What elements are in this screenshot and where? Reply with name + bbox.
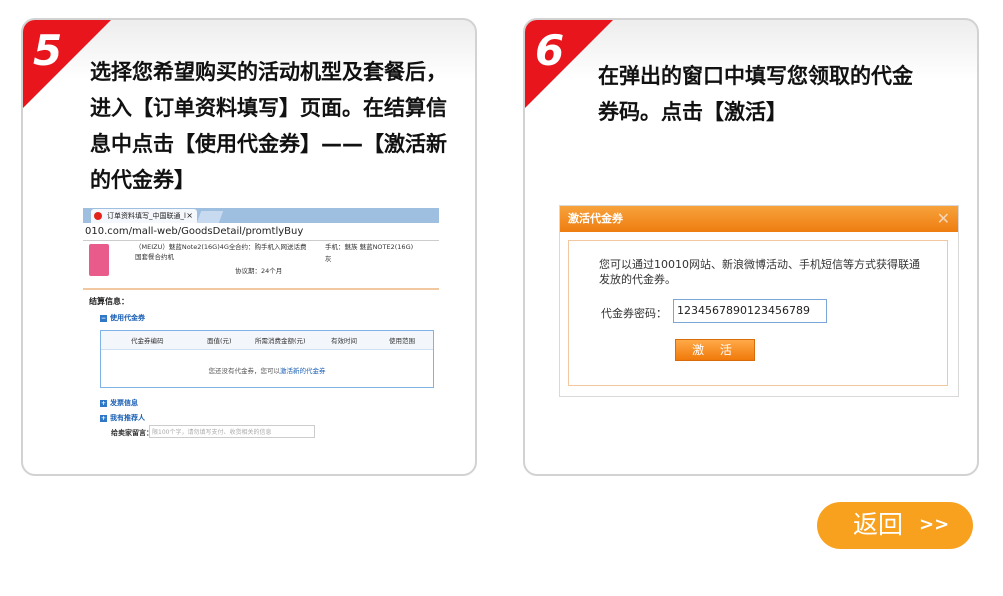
tab-close-icon[interactable]: × <box>186 209 193 223</box>
order-page-screenshot: 订单资料填写_中国联通_l × 010.com/mall-web/GoodsDe… <box>83 208 439 446</box>
browser-tab-bar: 订单资料填写_中国联通_l × <box>83 208 439 223</box>
phone-spec: 手机：魅族 魅蓝NOTE2(16G) <box>325 243 414 251</box>
invoice-toggle[interactable]: + 发票信息 <box>100 398 138 408</box>
step-6-instruction: 在弹出的窗口中填写您领取的代金券码。点击【激活】 <box>598 64 913 124</box>
activate-new-voucher-link[interactable]: 激活新的代金券 <box>280 367 326 375</box>
contract-label: 合约：购手机入网送话费 <box>235 243 307 251</box>
voucher-table: 代金券编码 面值(元) 所需消费金额(元) 有效时间 使用范围 您还没有代金券，… <box>100 330 434 388</box>
no-voucher-message: 您还没有代金券，您可以激活新的代金券 <box>101 365 433 375</box>
back-button[interactable]: 返回 >> <box>817 502 973 549</box>
expand-icon: + <box>100 399 107 407</box>
product-name-line1: （MEIZU）魅蓝Note2(16G)4G全 <box>135 243 236 251</box>
activate-button[interactable]: 激 活 <box>675 339 755 361</box>
double-chevron-right-icon: >> <box>919 514 950 535</box>
settlement-section-title: 结算信息： <box>89 297 129 306</box>
col-usage-scope: 使用范围 <box>389 337 415 345</box>
step-5-number: 5 <box>33 26 63 75</box>
step-6-number: 6 <box>535 26 565 75</box>
close-icon[interactable]: ✕ <box>937 206 950 232</box>
col-voucher-code: 代金券编码 <box>131 337 164 345</box>
phone-thumbnail <box>89 244 109 276</box>
dialog-header: 激活代金券 ✕ <box>560 206 958 232</box>
section-divider <box>83 288 439 290</box>
invoice-label: 发票信息 <box>110 399 138 407</box>
dialog-title: 激活代金券 <box>568 212 623 225</box>
step-6-card: 6 在弹出的窗口中填写您领取的代金券码。点击【激活】 激活代金券 ✕ 您可以通过… <box>523 18 979 476</box>
address-bar[interactable]: 010.com/mall-web/GoodsDetail/promtlyBuy <box>83 223 439 241</box>
collapse-icon: − <box>100 314 107 322</box>
dialog-body: 您可以通过10010网站、新浪微博活动、手机短信等方式获得联通发放的代金券。 代… <box>568 240 948 386</box>
product-name-line2: 国套餐合约机 <box>135 253 174 261</box>
step-5-card: 5 选择您希望购买的活动机型及套餐后，进入【订单资料填写】页面。在结算信息中点击… <box>21 18 477 476</box>
activate-voucher-dialog: 激活代金券 ✕ 您可以通过10010网站、新浪微博活动、手机短信等方式获得联通发… <box>559 205 959 397</box>
phone-color: 灰 <box>325 255 332 263</box>
seller-message-label: 给卖家留言： <box>111 429 153 437</box>
unicom-favicon-icon <box>94 212 102 220</box>
use-voucher-label: 使用代金券 <box>110 314 145 322</box>
browser-tab[interactable]: 订单资料填写_中国联通_l × <box>91 209 197 223</box>
col-valid-time: 有效时间 <box>331 337 357 345</box>
voucher-table-header: 代金券编码 面值(元) 所需消费金额(元) 有效时间 使用范围 <box>101 331 433 350</box>
new-tab-button[interactable] <box>196 211 224 223</box>
use-voucher-toggle[interactable]: − 使用代金券 <box>100 313 145 323</box>
recommender-toggle[interactable]: + 我有推荐人 <box>100 413 145 423</box>
product-summary: （MEIZU）魅蓝Note2(16G)4G全 国套餐合约机 合约：购手机入网送话… <box>85 242 435 284</box>
recommender-label: 我有推荐人 <box>110 414 145 422</box>
seller-message-input[interactable]: 限100个字，请勿填写支付、收货相关的信息 <box>149 425 315 438</box>
contract-term: 协议期：24个月 <box>235 267 283 275</box>
dialog-description: 您可以通过10010网站、新浪微博活动、手机短信等方式获得联通发放的代金券。 <box>599 258 920 286</box>
voucher-code-label: 代金券密码： <box>601 307 667 320</box>
col-min-spend: 所需消费金额(元) <box>255 337 306 345</box>
browser-tab-title: 订单资料填写_中国联通_l <box>107 212 186 220</box>
col-face-value: 面值(元) <box>207 337 232 345</box>
voucher-code-input[interactable]: 1234567890123456789 <box>673 299 827 323</box>
expand-icon: + <box>100 414 107 422</box>
step-5-instruction: 选择您希望购买的活动机型及套餐后，进入【订单资料填写】页面。在结算信息中点击【使… <box>90 60 447 192</box>
no-voucher-text: 您还没有代金券，您可以 <box>208 367 281 375</box>
back-button-label: 返回 <box>853 510 904 539</box>
